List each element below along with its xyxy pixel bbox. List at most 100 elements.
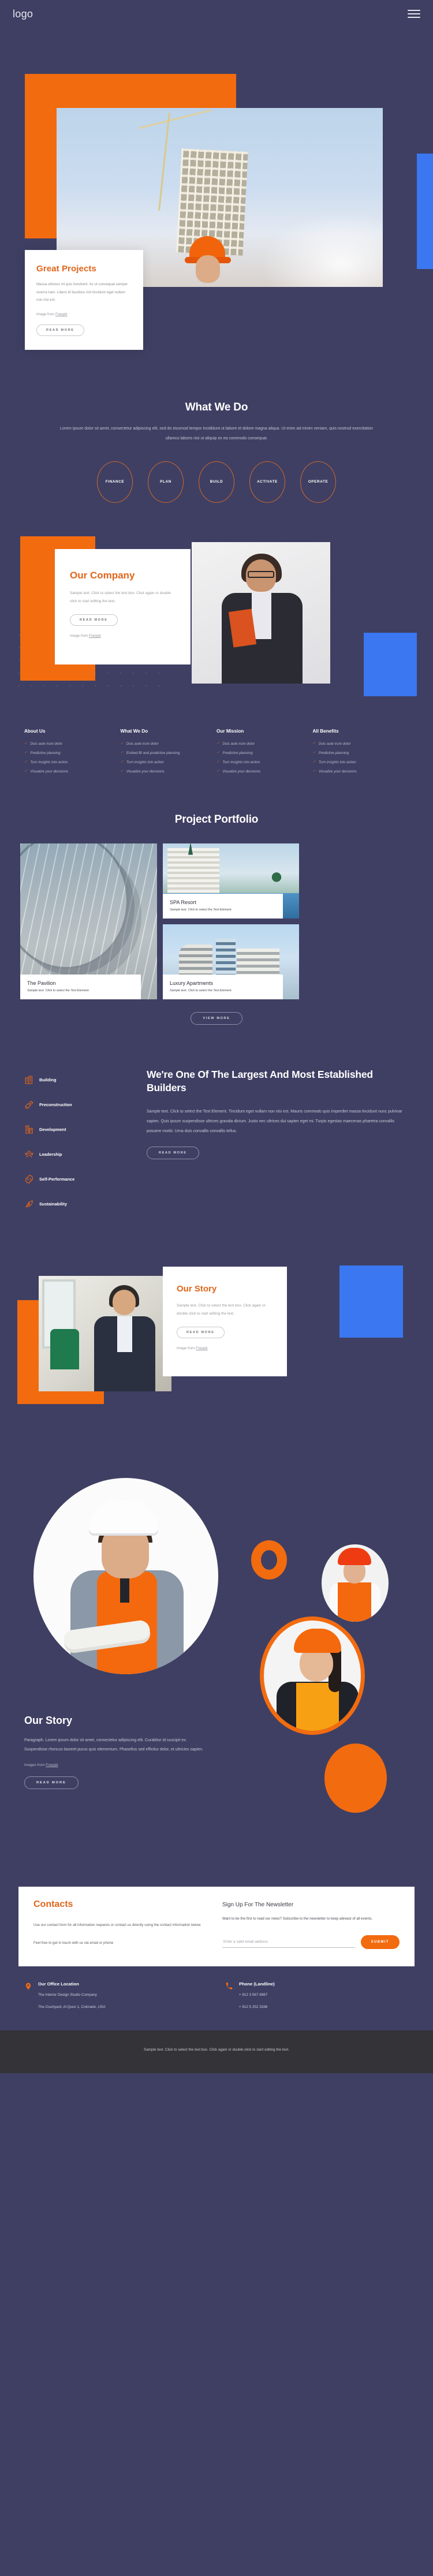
step-build[interactable]: BUILD	[199, 461, 234, 503]
list-item[interactable]: ✓ Predictive planning	[313, 751, 409, 755]
list-item[interactable]: ✓ Turn insights into action	[121, 760, 217, 764]
site-header: logo	[0, 0, 433, 28]
list-item[interactable]: ✓ Visualize your decisions	[24, 769, 121, 774]
list-item-label: Visualize your decisions	[222, 769, 261, 774]
company-blue-shape	[364, 632, 417, 696]
site-logo[interactable]: logo	[13, 8, 33, 20]
builders-feature-list: Building Preconstruction Development Lea…	[24, 1068, 134, 1224]
check-icon: ✓	[312, 750, 316, 755]
list-item[interactable]: ✓ Visualize your decisions	[313, 769, 409, 774]
company-card: Our Company Sample text. Click to select…	[55, 548, 191, 664]
hamburger-menu-icon[interactable]	[408, 10, 420, 18]
orange-circle-decoration	[324, 1743, 387, 1813]
list-item[interactable]: ✓ Duis aute irure dolor	[216, 741, 313, 746]
link-column-title: What We Do	[120, 728, 148, 734]
hero-blue-shape	[417, 154, 433, 269]
list-item-label: Duis aute irure dolor	[318, 741, 351, 746]
list-item-label: Visualize your decisions	[126, 769, 165, 774]
company-read-more-button[interactable]: READ MORE	[70, 614, 118, 626]
story-card-credit: Image from Freepik	[177, 1346, 273, 1350]
list-item-label: Predictive planning	[30, 751, 61, 755]
hero-read-more-button[interactable]: READ MORE	[36, 324, 84, 336]
feature-development[interactable]: Development	[24, 1125, 134, 1134]
check-icon: ✓	[120, 759, 124, 764]
company-portrait-photo	[192, 542, 330, 684]
company-body: Sample text. Click to select the text bo…	[70, 591, 171, 604]
contact-info-text: Phone (Landline) + 912 3 567 8987 + 912 …	[239, 1981, 275, 2011]
story-card-credit-link[interactable]: Freepik	[196, 1346, 208, 1350]
list-item[interactable]: ✓ Embed BI and predictive planning	[121, 751, 217, 755]
palm-tree-shape	[269, 871, 284, 886]
company-title: Our Company	[70, 569, 135, 581]
link-column-all-benefits: All Benefits ✓ Duis aute irure dolor ✓ Pre…	[313, 729, 409, 779]
builders-content: We're One Of The Largest And Most Establ…	[147, 1068, 409, 1224]
story-portrait-photo	[39, 1275, 171, 1391]
portfolio-view-more-button[interactable]: VIEW MORE	[191, 1011, 242, 1025]
step-finance[interactable]: FINANCE	[97, 461, 133, 503]
feature-label: Self-Performance	[39, 1176, 75, 1182]
leaf-bolt-icon	[24, 1199, 34, 1209]
portfolio-cta-row: VIEW MORE	[0, 1011, 433, 1025]
builders-section: Building Preconstruction Development Lea…	[0, 1048, 433, 1253]
link-column-about-us: About Us ✓ Duis aute irure dolor ✓ Predict…	[24, 729, 121, 779]
trowel-icon	[24, 1100, 34, 1110]
link-list: ✓ Duis aute irure dolor ✓ Predictive plann…	[313, 741, 409, 774]
link-list: ✓ Duis aute irure dolor ✓ Predictive plann…	[24, 741, 121, 774]
portfolio-right-column: SPA Resort Sample text. Click to select …	[163, 843, 299, 999]
link-column-our-mission: Our Mission ✓ Duis aute irure dolor ✓ Pred…	[216, 729, 313, 779]
feature-self-performance[interactable]: Self-Performance	[24, 1174, 134, 1184]
feature-sustainability[interactable]: Sustainability	[24, 1199, 134, 1209]
check-icon: ✓	[120, 741, 124, 745]
step-operate[interactable]: OPERATE	[300, 461, 336, 503]
story-section-read-more-button[interactable]: READ MORE	[24, 1776, 79, 1790]
list-item-label: Turn insights into action	[30, 760, 68, 764]
what-we-do-subtitle: Lorem ipsum dolor sit amet, consectetur …	[60, 427, 373, 440]
newsletter-email-input[interactable]	[222, 1936, 355, 1948]
list-item[interactable]: ✓ Visualize your decisions	[216, 769, 313, 774]
step-plan[interactable]: PLAN	[148, 461, 184, 503]
link-list: ✓ Duis aute irure dolor ✓ Predictive plann…	[216, 741, 313, 774]
story-card-read-more-button[interactable]: READ MORE	[177, 1327, 225, 1339]
orange-ring-decoration	[251, 1540, 287, 1580]
list-item[interactable]: ✓ Duis aute irure dolor	[120, 741, 217, 746]
team-photo-large	[33, 1477, 218, 1674]
list-item[interactable]: ✓ Duis aute irure dolor	[24, 741, 121, 746]
resort-building-shape	[167, 848, 219, 893]
list-item[interactable]: ✓ Visualize your decisions	[121, 769, 217, 774]
list-item[interactable]: ✓ Duis aute irure dolor	[313, 741, 409, 746]
feature-label: Development	[39, 1126, 66, 1132]
contact-info-phone: Phone (Landline) + 912 3 567 8987 + 912 …	[225, 1981, 409, 2011]
link-columns: About Us ✓ Duis aute irure dolor ✓ Predict…	[0, 714, 433, 802]
contact-info-line-2: + 912 5 252 3336	[239, 2005, 268, 2010]
newsletter-submit-button[interactable]: SUBMIT	[360, 1935, 400, 1950]
story-section-credit-link[interactable]: Freepik	[46, 1763, 58, 1767]
list-item[interactable]: ✓ Turn insights into action	[24, 760, 121, 764]
feature-building[interactable]: Building	[24, 1075, 134, 1085]
builders-title: We're One Of The Largest And Most Establ…	[147, 1068, 373, 1094]
our-story-text-section: Our Story Paragraph. Lorem ipsum dolor s…	[0, 1703, 433, 1876]
feature-preconstruction[interactable]: Preconstruction	[24, 1100, 134, 1110]
portfolio-card-luxury-apartments[interactable]: Luxury Apartments Sample text. Click to …	[163, 924, 299, 999]
feature-leadership[interactable]: Leadership	[24, 1149, 134, 1159]
check-icon: ✓	[24, 741, 28, 745]
builders-read-more-button[interactable]: READ MORE	[147, 1147, 199, 1160]
white-hardhat-shape	[89, 1499, 158, 1536]
company-credit-link[interactable]: Freepik	[89, 634, 101, 638]
portrait-book-shape	[228, 608, 257, 648]
list-item[interactable]: ✓ Turn insights into action	[216, 760, 313, 764]
feature-label: Sustainability	[39, 1201, 68, 1207]
link-column-title: All Benefits	[312, 728, 339, 734]
list-item[interactable]: ✓ Predictive planning	[24, 751, 121, 755]
hero-credit-prefix: Image from	[36, 312, 56, 316]
feature-label: Preconstruction	[39, 1102, 72, 1107]
list-item[interactable]: ✓ Turn insights into action	[313, 760, 409, 764]
portfolio-card-pavilion[interactable]: The Pavilion Sample text. Click to selec…	[20, 843, 157, 999]
contacts-section: Contacts Use our contact form for all in…	[0, 1876, 433, 1967]
company-credit: Image from Freepik	[70, 634, 176, 638]
list-item[interactable]: ✓ Predictive planning	[216, 751, 313, 755]
portfolio-card-spa-resort[interactable]: SPA Resort Sample text. Click to select …	[163, 843, 299, 919]
hero-credit-link[interactable]: Freepik	[55, 312, 68, 316]
portfolio-caption: Luxury Apartments Sample text. Click to …	[163, 974, 283, 999]
step-activate[interactable]: ACTIVATE	[249, 461, 285, 503]
check-icon: ✓	[120, 750, 124, 755]
